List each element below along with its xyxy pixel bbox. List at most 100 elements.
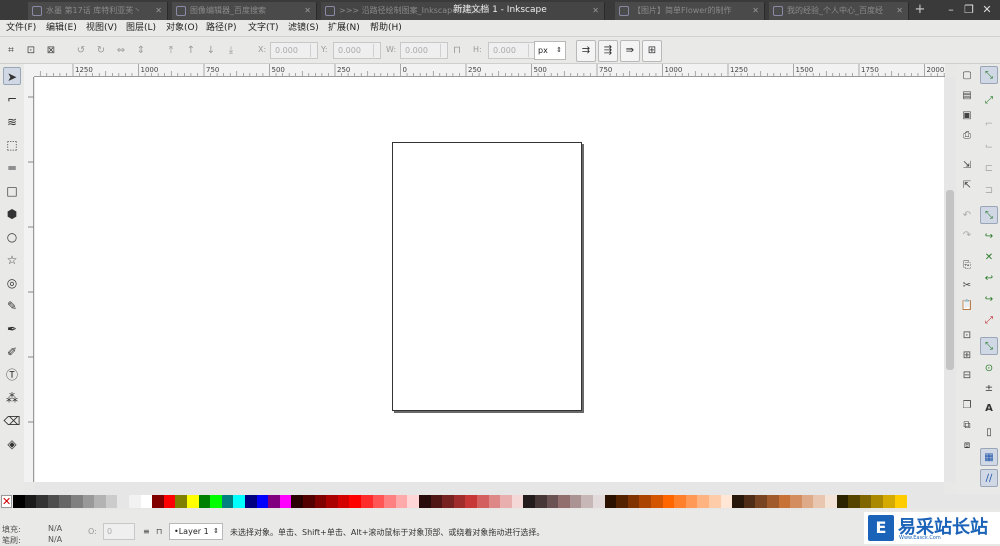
minimize-icon[interactable]: – [944, 3, 958, 17]
scale-stroke-button[interactable]: ⇉ [576, 40, 596, 62]
browser-tab[interactable]: 【图片】简单Flower的制作 ✕ [615, 2, 765, 20]
redo-icon[interactable]: ↷ [959, 228, 975, 244]
color-swatch[interactable] [883, 495, 895, 508]
tweak-tool-icon[interactable]: ≋ [3, 113, 21, 131]
select-all-layers-icon[interactable]: ⊡ [24, 44, 38, 58]
color-swatch[interactable] [163, 495, 176, 508]
fill-value[interactable]: N/A [48, 524, 62, 533]
menu-text[interactable]: 文字(T) [248, 22, 279, 35]
close-icon[interactable]: ✕ [155, 2, 162, 20]
color-swatch[interactable] [47, 495, 60, 508]
w-field[interactable]: 0.000 [400, 42, 448, 59]
color-swatch[interactable] [442, 495, 455, 508]
color-swatch[interactable] [767, 495, 779, 508]
duplicate-icon[interactable]: ❐ [959, 398, 975, 414]
eraser-tool-icon[interactable]: ⌫ [3, 412, 21, 430]
copy-icon[interactable]: ⎘ [959, 258, 975, 274]
color-swatch[interactable] [221, 495, 234, 508]
snap-cusp-icon[interactable]: ↩ [980, 270, 998, 288]
3d-box-tool-icon[interactable]: ⬢ [3, 205, 21, 223]
color-swatch[interactable] [187, 495, 199, 508]
rotate-ccw-icon[interactable]: ↺ [74, 44, 88, 58]
calligraphy-tool-icon[interactable]: ✐ [3, 343, 21, 361]
menu-filters[interactable]: 滤镜(S) [288, 22, 319, 35]
layer-lock-icon[interactable]: ⊓ [156, 527, 162, 536]
snap-bbox-corner-icon[interactable]: ⌙ [980, 138, 998, 156]
color-swatch[interactable] [709, 495, 721, 508]
rotate-cw-icon[interactable]: ↻ [94, 44, 108, 58]
no-paint-swatch-icon[interactable]: ✕ [1, 495, 12, 508]
menu-object[interactable]: 对象(O) [166, 22, 198, 35]
zoom-page-icon[interactable]: ⊟ [959, 368, 975, 384]
close-icon[interactable]: ✕ [896, 2, 903, 20]
move-gradients-button[interactable]: ⇛ [620, 40, 640, 62]
import-icon[interactable]: ⇲ [959, 158, 975, 174]
snap-rotation-center-icon[interactable]: ± [980, 380, 998, 398]
layer-select[interactable]: •Layer 1 ⇕ [169, 523, 223, 540]
color-swatch[interactable] [372, 495, 385, 508]
color-swatch[interactable] [813, 495, 826, 508]
stroke-value[interactable]: N/A [48, 535, 62, 544]
color-swatch[interactable] [384, 495, 397, 508]
document-page[interactable] [392, 142, 582, 411]
deselect-icon[interactable]: ⊠ [44, 44, 58, 58]
color-swatch[interactable] [477, 495, 489, 508]
opacity-field[interactable]: 0 [103, 523, 135, 540]
color-swatch[interactable] [465, 495, 478, 508]
color-swatch[interactable] [291, 495, 304, 508]
color-swatch[interactable] [430, 495, 443, 508]
spin-arrows-icon[interactable] [440, 44, 446, 57]
measure-tool-icon[interactable]: ═ [3, 159, 21, 177]
snap-bbox-icon[interactable]: ⤢ [980, 92, 998, 110]
spin-arrows-icon[interactable] [310, 44, 316, 57]
color-swatch[interactable] [361, 495, 373, 508]
star-tool-icon[interactable]: ☆ [3, 251, 21, 269]
color-swatch[interactable] [685, 495, 698, 508]
select-all-icon[interactable]: ⌗ [4, 44, 18, 58]
snap-bbox-edge-icon[interactable]: ⌐ [980, 116, 998, 134]
menu-file[interactable]: 文件(F) [6, 22, 36, 35]
color-swatch[interactable] [523, 495, 536, 508]
color-swatch[interactable] [581, 495, 594, 508]
color-swatch[interactable] [24, 495, 37, 508]
color-swatch[interactable] [129, 495, 141, 508]
color-swatch[interactable] [117, 495, 130, 508]
color-swatch[interactable] [13, 495, 25, 508]
color-swatch[interactable] [453, 495, 466, 508]
color-swatch[interactable] [71, 495, 83, 508]
color-swatch[interactable] [778, 495, 791, 508]
unit-select[interactable]: px ⇕ [534, 41, 566, 60]
color-swatch[interactable] [720, 495, 733, 508]
color-swatch[interactable] [871, 495, 884, 508]
color-swatch[interactable] [558, 495, 571, 508]
color-swatch[interactable] [790, 495, 803, 508]
snap-midpoint-icon[interactable]: ⤢ [980, 312, 998, 330]
browser-tab[interactable]: 图像编辑器_百度搜索 ✕ [172, 2, 317, 20]
color-swatch[interactable] [256, 495, 269, 508]
color-swatch[interactable] [279, 495, 292, 508]
color-swatch[interactable] [627, 495, 640, 508]
snap-text-baseline-icon[interactable]: A [980, 400, 998, 418]
snap-grid-icon[interactable]: ▦ [980, 448, 998, 466]
snap-others-icon[interactable]: ⤡ [980, 337, 998, 355]
color-swatch[interactable] [511, 495, 524, 508]
pen-tool-icon[interactable]: ✒ [3, 320, 21, 338]
color-swatch[interactable] [419, 495, 431, 508]
node-tool-icon[interactable]: ⌐ [3, 90, 21, 108]
color-swatch[interactable] [337, 495, 350, 508]
color-swatch[interactable] [801, 495, 814, 508]
h-field[interactable]: 0.000 [488, 42, 536, 59]
color-swatch[interactable] [488, 495, 501, 508]
lock-icon[interactable]: ⊓ [450, 44, 464, 58]
menu-help[interactable]: 帮助(H) [370, 22, 402, 35]
color-swatch[interactable] [303, 495, 315, 508]
color-swatch[interactable] [639, 495, 652, 508]
color-swatch[interactable] [848, 495, 861, 508]
color-swatch[interactable] [210, 495, 223, 508]
new-tab-icon[interactable]: + [912, 2, 928, 18]
color-swatch[interactable] [697, 495, 710, 508]
snap-bbox-midpoint-icon[interactable]: ⊏ [980, 160, 998, 178]
color-swatch[interactable] [105, 495, 118, 508]
snap-bbox-center-icon[interactable]: ⊐ [980, 182, 998, 200]
menu-layer[interactable]: 图层(L) [126, 22, 156, 35]
